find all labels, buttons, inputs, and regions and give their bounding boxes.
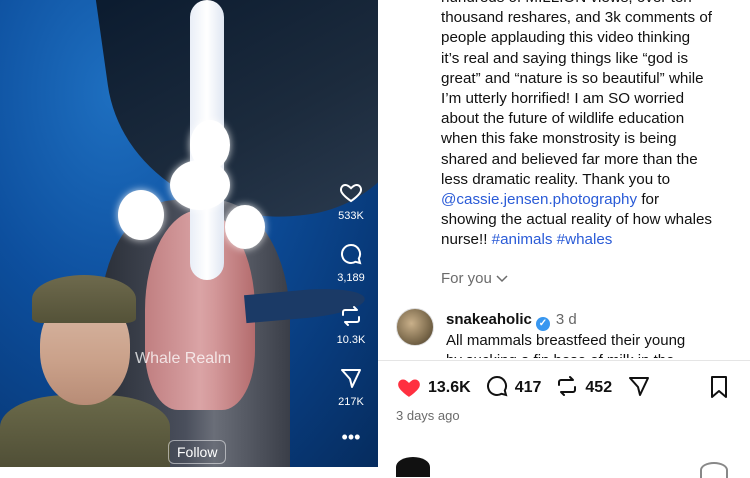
milk-cloud: [118, 190, 164, 240]
comment-count: 417: [514, 379, 542, 396]
for-you-toggle[interactable]: For you: [441, 270, 508, 287]
caption-line: it’s real and saying things like “god is: [441, 49, 689, 67]
caption-line: when this fake monstrosity is being: [441, 130, 677, 148]
milk-cloud: [170, 160, 230, 210]
share-icon[interactable]: [333, 366, 369, 392]
like-count: 13.6K: [428, 379, 471, 396]
caption-text: nurse!!: [441, 231, 492, 249]
comment-icon: [485, 374, 509, 403]
divider: [378, 360, 750, 361]
post-date: 3 days ago: [396, 408, 460, 423]
caption-line: thousand reshares, and 3k comments of: [441, 9, 712, 27]
caption-line: people applauding this video thinking: [441, 29, 691, 47]
bookmark-button[interactable]: [708, 375, 730, 404]
creator-shirt: [0, 395, 170, 467]
mention-link[interactable]: @cassie.jensen.photography: [441, 191, 637, 208]
like-button[interactable]: 13.6K: [396, 374, 471, 403]
caption-line: I’m utterly horrified! I am SO worried: [441, 90, 685, 108]
caption-line: hundreds of MILLION views, over ten: [441, 0, 741, 8]
hashtag-link[interactable]: #animals: [492, 231, 553, 248]
video-comments-count: 3,189: [337, 272, 365, 284]
video-shares-count: 217K: [338, 396, 364, 408]
caption-line: shared and believed far more than the: [441, 150, 698, 168]
video-player[interactable]: Whale Realm Follow 533K 3,189 10.3K 217K…: [0, 0, 378, 467]
for-you-label: For you: [441, 270, 492, 287]
milk-cloud: [225, 205, 265, 249]
follow-button[interactable]: Follow: [168, 440, 227, 464]
more-icon[interactable]: [700, 462, 728, 478]
video-action-rail: 533K 3,189 10.3K 217K •••: [333, 180, 369, 454]
repost-icon[interactable]: [333, 304, 369, 330]
comment-text-partial: by sucking a fin hose of milk in the: [446, 352, 746, 358]
hashtag-link[interactable]: #whales: [557, 231, 613, 248]
verified-icon: ✓: [535, 317, 550, 331]
creator-overlay: [0, 275, 170, 467]
heart-filled-icon: [396, 374, 422, 403]
repost-icon: [555, 374, 579, 403]
repost-button[interactable]: 452: [555, 374, 612, 403]
caption-line: about the future of wildlife education: [441, 110, 685, 128]
post-detail-panel: hundreds of MILLION views, over ten thou…: [378, 0, 750, 478]
caption-line: @cassie.jensen.photography for: [441, 190, 741, 210]
avatar[interactable]: [396, 457, 430, 477]
share-icon: [626, 374, 652, 403]
repost-count: 452: [585, 379, 613, 396]
comment-header: snakeaholic ✓ 3 d: [446, 311, 577, 331]
share-button[interactable]: [626, 374, 652, 403]
comment-icon[interactable]: [333, 242, 369, 268]
more-icon[interactable]: •••: [333, 428, 369, 454]
milk-cloud: [190, 120, 230, 170]
comment-text: All mammals breastfeed their young: [446, 332, 686, 349]
caption-line: showing the actual reality of how whales: [441, 211, 712, 229]
avatar[interactable]: [396, 308, 434, 346]
caption-line: great” and “nature is so beautiful” whil…: [441, 69, 704, 87]
comment-button[interactable]: 417: [485, 374, 542, 403]
comment-username[interactable]: snakeaholic: [446, 311, 532, 328]
caption-line: less dramatic reality. Thank you to: [441, 170, 671, 188]
post-caption: hundreds of MILLION views, over ten thou…: [441, 0, 741, 251]
bookmark-icon: [708, 376, 730, 403]
caption-line: nurse!! #animals #whales: [441, 230, 741, 250]
video-reposts-count: 10.3K: [336, 334, 366, 346]
chevron-down-icon: [496, 270, 508, 287]
post-action-bar: 13.6K 417 452: [396, 373, 666, 403]
heart-icon[interactable]: [333, 180, 369, 206]
creator-cap: [32, 275, 136, 323]
caption-text: for: [637, 191, 660, 209]
comment-time: 3 d: [555, 311, 577, 328]
video-likes-count: 533K: [338, 210, 364, 222]
